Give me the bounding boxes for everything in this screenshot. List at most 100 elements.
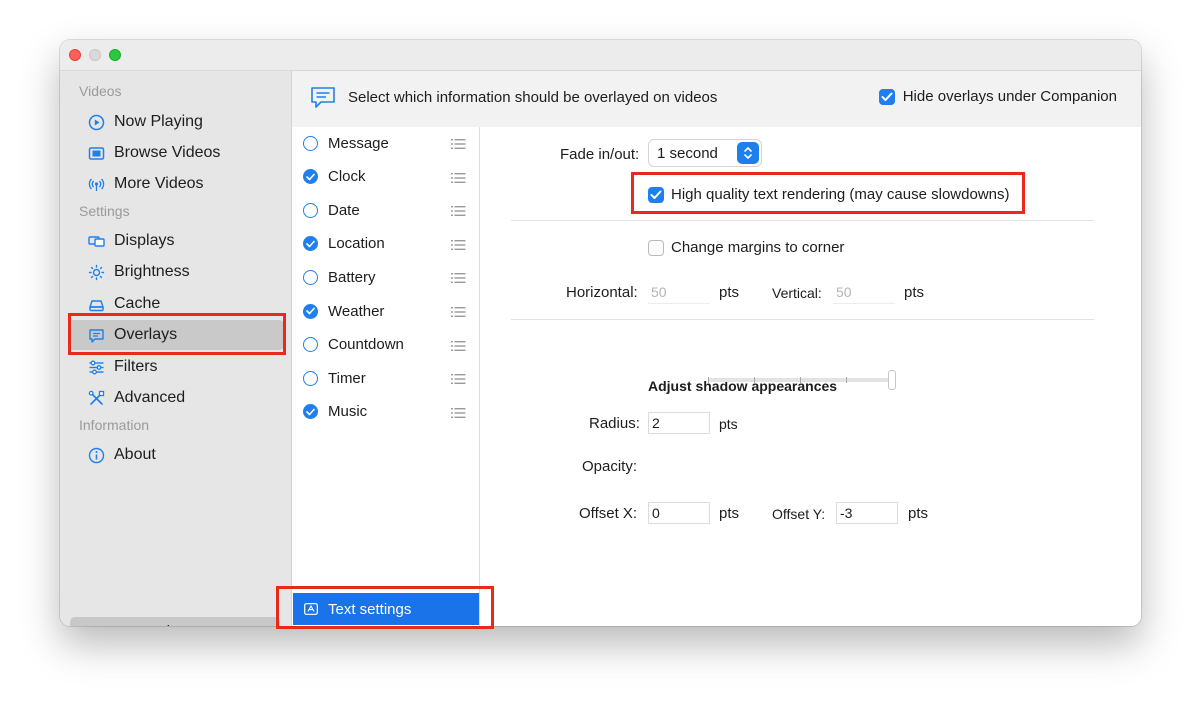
sidebar-item-label: Advanced [114, 389, 186, 406]
list-item[interactable]: Countdown [292, 330, 479, 360]
empty-circle-icon[interactable] [303, 337, 318, 353]
list-item[interactable]: Weather [292, 296, 479, 326]
list-item-label: Clock [328, 168, 366, 186]
list-item[interactable]: Battery [292, 262, 479, 292]
sidebar-item-label: Overlays [114, 326, 178, 343]
list-item[interactable]: Music [292, 397, 479, 427]
list-item-label: Weather [328, 302, 385, 320]
pts-unit: pts [904, 284, 925, 301]
list-item-label: Music [328, 403, 368, 421]
sidebar-item-label: Now Playing [114, 113, 203, 130]
list-drag-handle-icon[interactable] [451, 305, 466, 322]
vertical-field[interactable]: 50 [833, 282, 895, 304]
sidebar-item-displays[interactable]: Displays [68, 226, 284, 256]
sidebar-item-overlays[interactable]: Overlays [68, 320, 284, 350]
list-drag-handle-icon[interactable] [451, 271, 466, 288]
divider [511, 220, 1094, 221]
list-drag-handle-icon[interactable] [451, 339, 466, 356]
pts-unit: pts [719, 284, 740, 301]
fade-popup[interactable]: 1 second [648, 139, 762, 167]
radius-label: Radius: [589, 415, 640, 432]
sidebar-item-browse-videos[interactable]: Browse Videos [68, 138, 284, 168]
displays-icon [87, 232, 105, 250]
sidebar: Videos Now Playing Browse Videos More Vi… [60, 71, 292, 626]
list-item-label: Date [328, 201, 360, 219]
divider [511, 319, 1094, 320]
list-drag-handle-icon[interactable] [451, 372, 466, 389]
offset-x-label: Offset X: [579, 505, 638, 522]
list-drag-handle-icon[interactable] [451, 171, 466, 188]
horizontal-field[interactable]: 50 [648, 282, 710, 304]
close-window-button[interactable] [69, 49, 81, 61]
list-drag-handle-icon[interactable] [451, 204, 466, 221]
sidebar-item-filters[interactable]: Filters [68, 352, 284, 382]
list-item-label: Countdown [328, 336, 404, 354]
sidebar-item-label: Displays [114, 232, 175, 249]
sidebar-item-about[interactable]: About [68, 440, 284, 470]
empty-circle-icon[interactable] [303, 202, 318, 218]
checked-circle-icon[interactable] [303, 404, 318, 420]
list-item[interactable]: Message [292, 128, 479, 158]
tools-icon [87, 389, 105, 407]
settings-panel: Fade in/out: 1 second High quality text … [480, 127, 1141, 626]
zoom-window-button[interactable] [109, 49, 121, 61]
horizontal-label: Horizontal: [566, 284, 638, 301]
hide-overlays-label: Hide overlays under Companion [902, 88, 1117, 105]
checkmark-icon[interactable] [648, 186, 664, 203]
speech-bubble-icon [310, 86, 336, 115]
sidebar-item-now-playing[interactable]: Now Playing [68, 107, 284, 137]
checked-circle-icon[interactable] [303, 236, 318, 252]
info-circle-icon [87, 446, 105, 464]
text-box-icon [304, 603, 318, 615]
overlays-header: Select which information should be overl… [292, 71, 1141, 128]
minimize-window-button[interactable] [89, 49, 101, 61]
list-item[interactable]: Clock [292, 162, 479, 192]
sidebar-item-brightness[interactable]: Brightness [68, 257, 284, 287]
checked-circle-icon[interactable] [303, 169, 318, 185]
slider-track[interactable] [708, 378, 894, 382]
sidebar-item-advanced[interactable]: Advanced [68, 383, 284, 413]
list-item[interactable]: Timer [292, 363, 479, 393]
empty-circle-icon[interactable] [303, 269, 318, 285]
close-button[interactable]: Close [70, 617, 280, 626]
fade-value: 1 second [657, 144, 718, 162]
list-item-label: Battery [328, 268, 376, 286]
checked-circle-icon[interactable] [303, 303, 318, 319]
offset-x-field[interactable]: 0 [648, 502, 710, 524]
vertical-label: Vertical: [772, 285, 822, 301]
list-drag-handle-icon[interactable] [451, 238, 466, 255]
slider-tick [754, 377, 755, 383]
text-settings-label: Text settings [328, 600, 412, 618]
checkmark-icon[interactable] [878, 88, 895, 105]
sidebar-item-label: Cache [114, 295, 161, 312]
list-drag-handle-icon[interactable] [451, 137, 466, 154]
pts-unit: pts [908, 505, 929, 522]
section-header-videos: Videos [79, 83, 122, 99]
sidebar-item-cache[interactable]: Cache [68, 289, 284, 319]
checkbox-box[interactable] [648, 239, 664, 256]
sidebar-item-label: Filters [114, 358, 158, 375]
hide-overlays-checkbox[interactable]: Hide overlays under Companion [878, 88, 1117, 105]
chevron-up-down-icon [737, 142, 759, 164]
speech-bubble-icon [87, 326, 105, 344]
list-drag-handle-icon[interactable] [451, 406, 466, 423]
empty-circle-icon[interactable] [303, 135, 318, 151]
sun-icon [87, 263, 105, 281]
margins-checkbox[interactable]: Change margins to corner [648, 239, 844, 256]
hq-text-checkbox[interactable]: High quality text rendering (may cause s… [648, 186, 1010, 203]
radius-field[interactable]: 2 [648, 412, 710, 434]
title-bar [60, 40, 1141, 71]
margins-label: Change margins to corner [671, 239, 845, 256]
list-item-label: Message [328, 134, 389, 152]
sidebar-item-label: Brightness [114, 263, 190, 280]
text-settings-row[interactable]: Text settings [293, 593, 479, 625]
broadcast-icon [87, 175, 105, 193]
film-icon [87, 144, 105, 162]
preferences-window: Videos Now Playing Browse Videos More Vi… [60, 40, 1141, 626]
slider-knob[interactable] [888, 370, 896, 390]
empty-circle-icon[interactable] [303, 370, 318, 386]
sidebar-item-more-videos[interactable]: More Videos [68, 169, 284, 199]
list-item[interactable]: Location [292, 229, 479, 259]
list-item[interactable]: Date [292, 195, 479, 225]
offset-y-field[interactable]: -3 [836, 502, 898, 524]
